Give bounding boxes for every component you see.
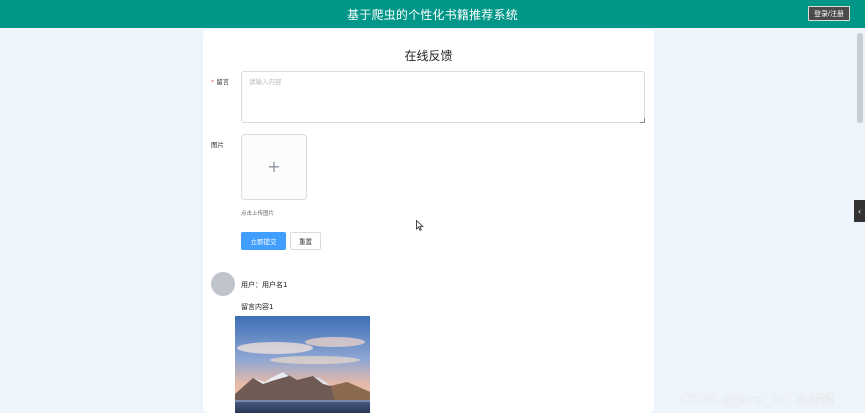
chevron-left-icon: ‹ [857, 206, 862, 216]
login-register-button[interactable]: 登录/注册 [808, 6, 850, 21]
message-input[interactable] [241, 71, 645, 123]
top-header: 基于爬虫的个性化书籍推荐系统 登录/注册 [0, 0, 865, 28]
textarea-resize-handle[interactable] [640, 118, 645, 123]
avatar [211, 272, 235, 296]
message-label: * 留言 [211, 78, 230, 86]
required-marker: * [211, 78, 215, 86]
plus-icon: + [267, 157, 281, 176]
comment-user: 用户：用户名1 [241, 281, 288, 289]
site-title: 基于爬虫的个性化书籍推荐系统 [347, 7, 518, 22]
comment-image [235, 316, 370, 413]
submit-button[interactable]: 立即提交 [241, 232, 286, 250]
sidebar-toggle-button[interactable]: ‹ [854, 200, 865, 222]
page-title: 在线反馈 [404, 49, 453, 63]
reset-button[interactable]: 重置 [290, 232, 321, 250]
image-label: 图片 [211, 141, 224, 149]
image-upload-box[interactable]: + [241, 134, 307, 200]
scroll-thumb[interactable] [857, 33, 863, 123]
mountain-lake-photo [235, 316, 370, 413]
upload-tip: 点击上传图片 [241, 211, 275, 217]
comment-content: 留言内容1 [241, 303, 274, 311]
watermark: CSDN @Java_IoT 攻城狮 [680, 393, 835, 408]
feedback-card: 在线反馈 *留言 图片 + 点击上传图片 立即提交 重置 用户：用户名1 留言内… [203, 29, 654, 413]
mouse-cursor-icon [416, 220, 424, 231]
